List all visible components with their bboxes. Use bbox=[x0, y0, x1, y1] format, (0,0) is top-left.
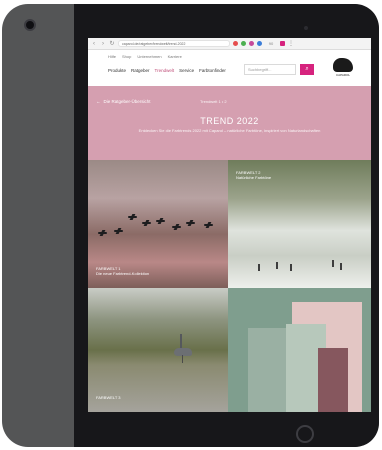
tile-geese-sunset[interactable]: FARBWELT 1 Die neue Farbtrend-Kollektion bbox=[88, 160, 228, 288]
bookmark-icon[interactable] bbox=[280, 41, 285, 46]
bird-silhouette bbox=[186, 222, 195, 224]
bird-silhouette bbox=[128, 216, 137, 218]
main-navigation: Produkte Ratgeber Trendwelt Service Farb… bbox=[108, 68, 226, 73]
bird-silhouette bbox=[114, 230, 123, 232]
topnav-unternehmen[interactable]: Unternehmen bbox=[137, 54, 161, 59]
nav-farbtonfinder[interactable]: Farbtonfinder bbox=[199, 68, 226, 73]
search-input[interactable]: Suchbegriff... bbox=[244, 64, 296, 75]
extension-icon[interactable] bbox=[249, 41, 254, 46]
extension-icon[interactable] bbox=[233, 41, 238, 46]
top-navigation: Hilfe Shop Unternehmen Karriere bbox=[108, 54, 182, 59]
tile-misty-meadow[interactable]: FARBWELT 2 Natürliche Farbtöne bbox=[228, 160, 371, 288]
menu-icon[interactable]: ⋮ bbox=[288, 41, 294, 47]
breadcrumb: Trendwelt 1 • 2 bbox=[200, 99, 227, 104]
zoom-level: 90 bbox=[268, 40, 274, 46]
home-button[interactable] bbox=[296, 425, 314, 443]
crane-silhouette bbox=[258, 264, 260, 271]
nav-ratgeber[interactable]: Ratgeber bbox=[131, 68, 150, 73]
site-header: Hilfe Shop Unternehmen Karriere Produkte… bbox=[88, 50, 371, 86]
nav-trendwelt[interactable]: Trendwelt bbox=[155, 68, 175, 73]
back-arrow-icon[interactable]: ‹ bbox=[91, 41, 97, 47]
trend-tiles: FARBWELT 1 Die neue Farbtrend-Kollektion… bbox=[88, 160, 371, 412]
address-bar[interactable]: caparol.de/ratgeber/trendwelt/trend-2022 bbox=[118, 40, 230, 47]
bird-silhouette bbox=[172, 226, 181, 228]
tile-heron-lake[interactable]: FARBWELT 3 bbox=[88, 288, 228, 412]
extension-icon[interactable] bbox=[257, 41, 262, 46]
bird-silhouette bbox=[142, 222, 151, 224]
hero-banner: ← Die Ratgeber-Übersicht Trendwelt 1 • 2… bbox=[88, 86, 371, 160]
crane-silhouette bbox=[340, 263, 342, 270]
nav-produkte[interactable]: Produkte bbox=[108, 68, 126, 73]
page-subtitle: Entdecken Sie die Farbtrends 2022 mit Ca… bbox=[138, 128, 321, 133]
sage-panel bbox=[248, 328, 286, 412]
mauve-panel bbox=[318, 348, 348, 412]
tile-label: FARBWELT 2 Natürliche Farbtöne bbox=[236, 170, 272, 180]
back-link-label: Die Ratgeber-Übersicht bbox=[103, 99, 151, 104]
topnav-karriere[interactable]: Karriere bbox=[168, 54, 182, 59]
caparol-logo[interactable]: CAPAROL bbox=[332, 58, 354, 78]
bird-silhouette bbox=[156, 220, 165, 222]
browser-toolbar: ‹ › ↻ caparol.de/ratgeber/trendwelt/tren… bbox=[88, 38, 371, 50]
topnav-hilfe[interactable]: Hilfe bbox=[108, 54, 116, 59]
back-to-overview-link[interactable]: ← Die Ratgeber-Übersicht bbox=[96, 99, 151, 104]
tile-label: FARBWELT 3 bbox=[96, 395, 121, 400]
heron-legs bbox=[182, 355, 183, 363]
tile-color-panels[interactable] bbox=[228, 288, 371, 412]
logo-caption: CAPAROL bbox=[335, 73, 351, 77]
extension-icon[interactable] bbox=[241, 41, 246, 46]
front-camera bbox=[304, 26, 308, 30]
bear-logo-icon bbox=[333, 58, 353, 72]
bird-silhouette bbox=[204, 224, 213, 226]
forward-arrow-icon[interactable]: › bbox=[100, 41, 106, 47]
search-button[interactable]: ⌕ bbox=[300, 64, 314, 75]
reload-icon[interactable]: ↻ bbox=[109, 41, 115, 47]
arrow-left-icon: ← bbox=[96, 99, 101, 104]
bird-silhouette bbox=[98, 232, 107, 234]
heron-body bbox=[174, 348, 192, 356]
heron-neck bbox=[180, 334, 182, 349]
tile-label: FARBWELT 1 Die neue Farbtrend-Kollektion bbox=[96, 266, 150, 276]
crane-silhouette bbox=[290, 264, 292, 271]
rear-camera bbox=[24, 19, 36, 31]
tablet-screen: ‹ › ↻ caparol.de/ratgeber/trendwelt/tren… bbox=[88, 38, 371, 412]
page-title: TREND 2022 bbox=[200, 116, 259, 126]
nav-service[interactable]: Service bbox=[179, 68, 194, 73]
topnav-shop[interactable]: Shop bbox=[122, 54, 131, 59]
crane-silhouette bbox=[276, 262, 278, 269]
crane-silhouette bbox=[332, 260, 334, 267]
